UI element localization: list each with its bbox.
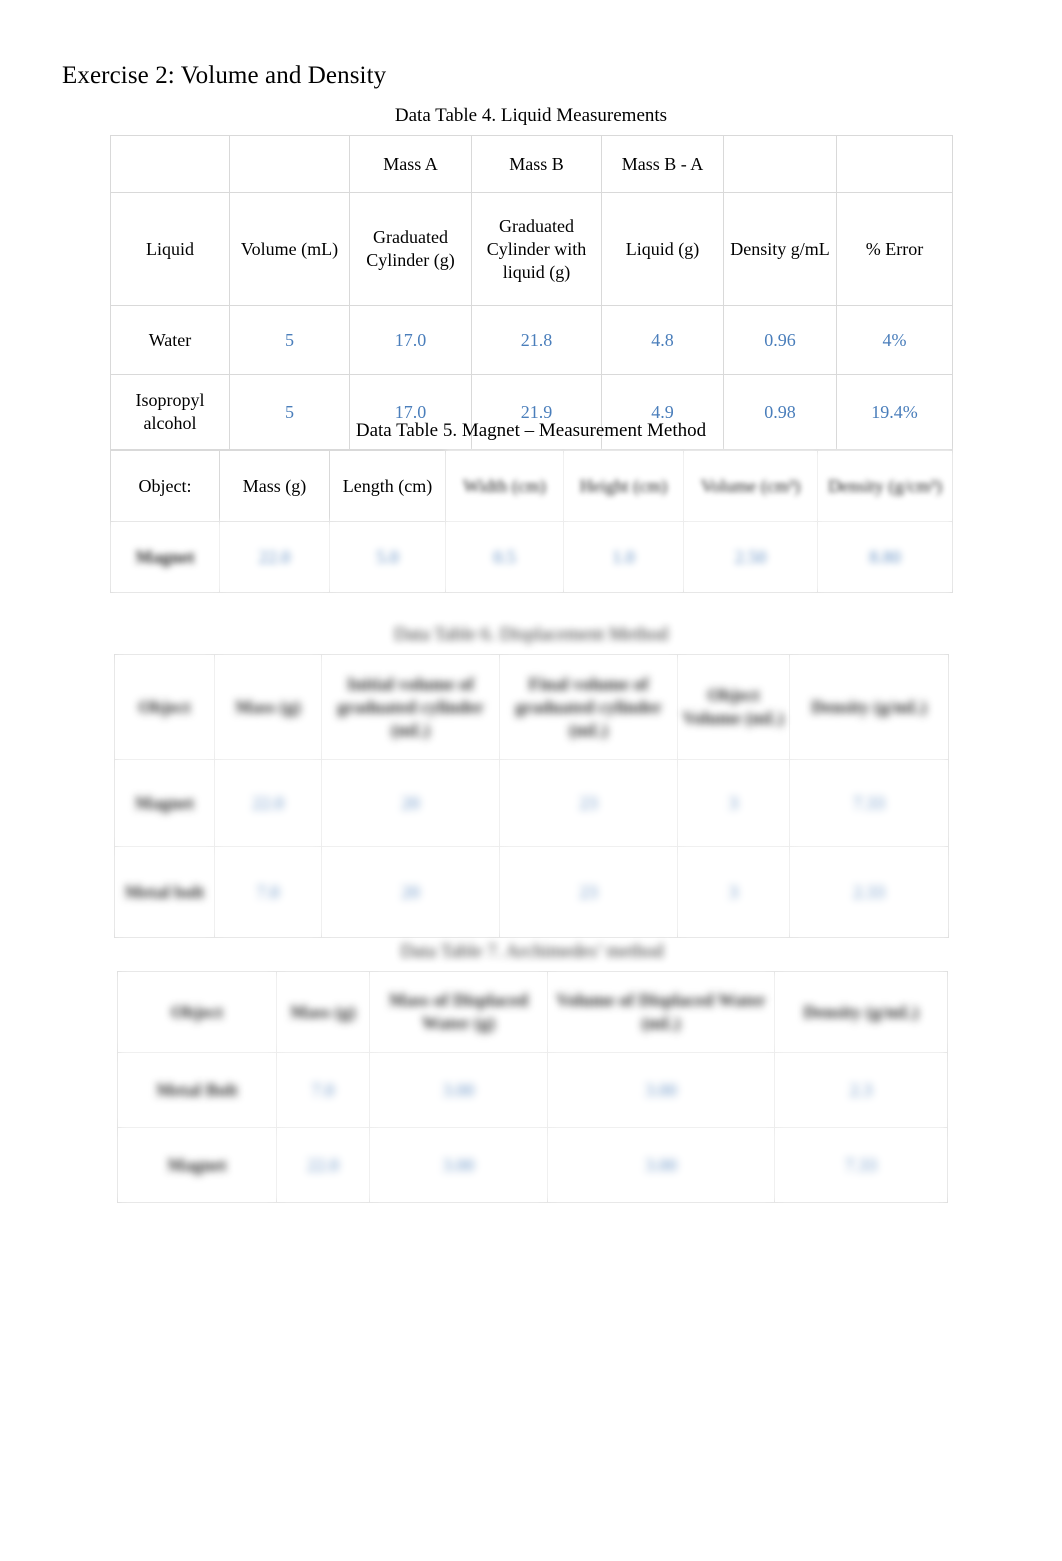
t5-header-length: Length (cm) [329,450,446,522]
t7-row1-volume-displaced-water: 3.00 [547,1127,775,1203]
t7-row0-object: Metal Bolt [117,1052,277,1128]
table-row: Magnet 22.0 20 23 3 7.33 [114,759,949,847]
table-row-header: Object: Mass (g) Length (cm) Width (cm) … [110,450,953,522]
data-table-7-caption: Data Table 7. Archimedes’ method [400,941,664,962]
t4-group-cell-6 [836,135,953,193]
t6-row0-object: Magnet [114,759,215,847]
t5-header-height: Height (cm) [563,450,684,522]
table-row: Magnet 22.0 3.00 3.00 7.33 [117,1127,948,1203]
t5-row0-density: 8.80 [817,521,953,593]
t4-header-density: Density g/mL [723,192,837,306]
t6-row1-density: 2.33 [789,846,949,938]
data-table-4-caption: Data Table 4. Liquid Measurements [394,105,668,126]
t6-row0-object-volume: 3 [677,759,790,847]
t7-row0-mass-displaced-water: 3.00 [369,1052,548,1128]
t4-header-liquid-g: Liquid (g) [601,192,724,306]
t4-header-graduated-cylinder-with-liquid: Graduated Cylinder with liquid (g) [471,192,602,306]
data-table-4-block: Data Table 4. Liquid Measurements Mass A… [110,103,953,450]
t5-row0-volume: 2.50 [683,521,818,593]
t7-header-volume-displaced-water: Volume of Displaced Water (mL) [547,971,775,1053]
t7-row1-object: Magnet [117,1127,277,1203]
t5-header-width: Width (cm) [445,450,564,522]
table-row-header: Object Mass (g) Mass of Displaced Water … [117,971,948,1053]
t4-row0-mass-b: 21.8 [471,305,602,375]
document-page: Exercise 2: Volume and Density Data Tabl… [0,0,1062,1561]
t4-header-liquid: Liquid [110,192,230,306]
data-table-5-block: Data Table 5. Magnet – Measurement Metho… [110,418,953,593]
table-row-group-header: Mass A Mass B Mass B - A [110,135,953,193]
t6-row0-initial-volume: 20 [321,759,500,847]
t6-header-mass: Mass (g) [214,654,322,760]
t4-group-cell-mass-b: Mass B [471,135,602,193]
t6-header-initial-volume: Initial volume of graduated cylinder (mL… [321,654,500,760]
t7-header-density: Density (g/mL) [774,971,948,1053]
data-table-4: Mass A Mass B Mass B - A Liquid Volume (… [110,135,953,450]
t7-row0-density: 2.3 [774,1052,948,1128]
t4-group-cell-mass-b-minus-a: Mass B - A [601,135,724,193]
t6-header-object: Object [114,654,215,760]
t6-row1-mass: 7.0 [214,846,322,938]
table-row: Metal bolt 7.0 20 23 3 2.33 [114,846,949,938]
t6-row1-object-volume: 3 [677,846,790,938]
table-row-header: Liquid Volume (mL) Graduated Cylinder (g… [110,192,953,306]
t4-group-cell-1 [229,135,350,193]
t6-header-density: Density (g/mL) [789,654,949,760]
t5-row0-mass: 22.0 [219,521,330,593]
t7-row1-density: 7.33 [774,1127,948,1203]
t4-header-percent-error: % Error [836,192,953,306]
page-title: Exercise 2: Volume and Density [62,62,387,89]
table-row: Water 5 17.0 21.8 4.8 0.96 4% [110,305,953,375]
t4-row0-percent-error: 4% [836,305,953,375]
data-table-6-block: Data Table 6. Displacement Method Object… [114,622,949,938]
t4-group-cell-mass-a: Mass A [349,135,472,193]
t7-row1-mass-displaced-water: 3.00 [369,1127,548,1203]
t4-group-cell-0 [110,135,230,193]
data-table-7-block: Data Table 7. Archimedes’ method Object … [117,939,948,1203]
t4-header-graduated-cylinder: Graduated Cylinder (g) [349,192,472,306]
t6-row0-density: 7.33 [789,759,949,847]
data-table-5-caption: Data Table 5. Magnet – Measurement Metho… [355,420,707,441]
t4-header-volume: Volume (mL) [229,192,350,306]
data-table-7: Object Mass (g) Mass of Displaced Water … [117,971,948,1203]
t7-row0-mass: 7.0 [276,1052,370,1128]
data-table-6-caption: Data Table 6. Displacement Method [393,624,669,645]
t5-row0-height: 1.0 [563,521,684,593]
t6-header-object-volume: Object Volume (mL) [677,654,790,760]
t6-row1-initial-volume: 20 [321,846,500,938]
t5-row0-width: 0.5 [445,521,564,593]
t5-header-density: Density (g/cm³) [817,450,953,522]
t6-header-final-volume: Final volume of graduated cylinder (mL) [499,654,678,760]
data-table-6: Object Mass (g) Initial volume of gradua… [114,654,949,938]
t4-row0-liquid: Water [110,305,230,375]
t7-row0-volume-displaced-water: 3.00 [547,1052,775,1128]
t4-row0-mass-a: 17.0 [349,305,472,375]
table-row: Metal Bolt 7.0 3.00 3.00 2.3 [117,1052,948,1128]
t6-row0-final-volume: 23 [499,759,678,847]
t5-header-mass: Mass (g) [219,450,330,522]
t5-row0-length: 5.0 [329,521,446,593]
table-row-header: Object Mass (g) Initial volume of gradua… [114,654,949,760]
t6-row1-final-volume: 23 [499,846,678,938]
t7-header-mass: Mass (g) [276,971,370,1053]
t5-row0-object: Magnet [110,521,220,593]
table-row: Magnet 22.0 5.0 0.5 1.0 2.50 8.80 [110,521,953,593]
t7-header-object: Object [117,971,277,1053]
t4-row0-density: 0.96 [723,305,837,375]
data-table-5: Object: Mass (g) Length (cm) Width (cm) … [110,450,953,593]
t4-group-cell-5 [723,135,837,193]
t7-header-mass-displaced-water: Mass of Displaced Water (g) [369,971,548,1053]
t7-row1-mass: 22.0 [276,1127,370,1203]
t4-row0-volume: 5 [229,305,350,375]
t6-row0-mass: 22.0 [214,759,322,847]
t6-row1-object: Metal bolt [114,846,215,938]
t5-header-object: Object: [110,450,220,522]
t4-row0-mass-b-minus-a: 4.8 [601,305,724,375]
t5-header-volume: Volume (cm³) [683,450,818,522]
